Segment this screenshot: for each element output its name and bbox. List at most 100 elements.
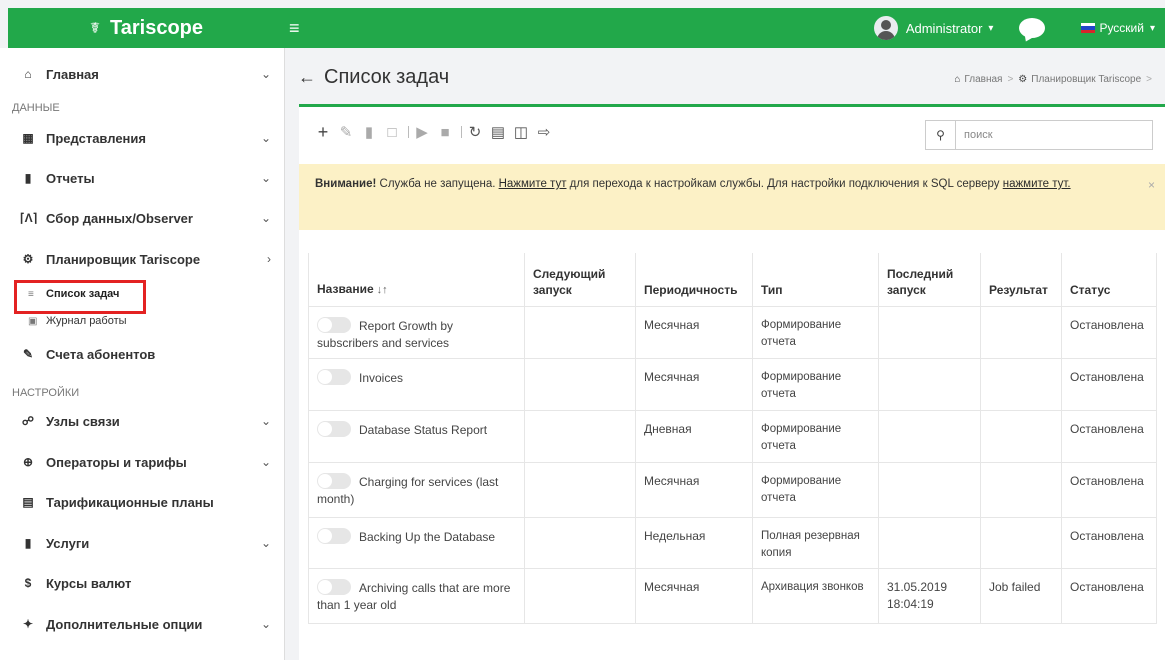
sql-settings-link[interactable]: нажмите тут.	[1003, 178, 1071, 190]
table-row[interactable]: Invoices Месячная Формирование отчета Остан…	[308, 357, 1157, 411]
sidebar-item-label: Представления	[46, 130, 146, 146]
book-icon: ▮	[24, 171, 32, 185]
cell-text: Формирование отчета	[761, 422, 842, 452]
cogs-icon: ⚙	[1018, 74, 1028, 85]
task-enable-toggle[interactable]	[317, 472, 351, 489]
sidebar-item-currency[interactable]: $ Курсы валют	[0, 563, 285, 603]
sidebar: ⌂ Главная ⌄ ДАННЫЕ ▦ Представления ⌄ ▮ О…	[0, 48, 285, 660]
sidebar-item-tariff-plans[interactable]: ▤ Тарификационные планы	[0, 482, 285, 522]
stop-icon[interactable]: ■	[435, 122, 455, 142]
column-header-type[interactable]: Тип	[752, 253, 879, 307]
sidebar-item-reports[interactable]: ▮ Отчеты ⌄	[0, 158, 285, 198]
cell-text: Месячная	[644, 473, 700, 488]
cell-status: Остановлена	[1061, 357, 1157, 411]
cell-period: Месячная	[635, 567, 753, 624]
edit-square-icon[interactable]: □	[382, 122, 402, 142]
cell-next-run	[524, 305, 636, 359]
sidebar-item-nodes[interactable]: ☍ Узлы связи ⌄	[0, 401, 285, 441]
cell-last-run	[878, 516, 981, 569]
cogs-icon: ⚙	[22, 252, 34, 266]
table-row[interactable]: Archiving calls that are more than 1 yea…	[308, 567, 1157, 624]
column-header-next-run[interactable]: Следующий запуск	[524, 253, 636, 307]
section-label-settings: НАСТРОЙКИ	[12, 387, 80, 399]
chat-icon[interactable]	[1019, 18, 1046, 38]
breadcrumb-home[interactable]: Главная	[964, 74, 1002, 85]
sidebar-item-views[interactable]: ▦ Представления ⌄	[0, 118, 285, 158]
edit-icon[interactable]: ✎	[336, 122, 356, 142]
nodes-icon: ☍	[21, 414, 35, 428]
column-header-period[interactable]: Периодичность	[635, 253, 753, 307]
cell-result	[980, 409, 1062, 463]
chevron-down-icon: ⌄	[260, 414, 271, 428]
sidebar-item-options[interactable]: ✦ Дополнительные опции ⌄	[0, 604, 285, 644]
sidebar-item-scheduler[interactable]: ⚙ Планировщик Tariscope ›	[0, 239, 285, 279]
column-header-result[interactable]: Результат	[980, 253, 1062, 307]
column-header-last-run[interactable]: Последний запуск	[878, 253, 981, 307]
cell-text: 31.05.2019 18:04:19	[887, 579, 948, 611]
search-icon[interactable]: ⚲	[926, 121, 956, 149]
sidebar-item-subscriber-accounts[interactable]: ✎ Счета абонентов	[0, 334, 285, 374]
cell-text: Формирование отчета	[761, 370, 842, 400]
task-enable-toggle[interactable]	[317, 578, 351, 595]
language-label: Русский	[1099, 21, 1144, 35]
cell-next-run	[524, 357, 636, 411]
cell-text: Остановлена	[1070, 473, 1144, 488]
task-enable-toggle[interactable]	[317, 527, 351, 544]
cell-text: Архивация звонков	[761, 580, 864, 593]
globe-icon: ⊕	[22, 455, 34, 469]
cell-next-run	[524, 409, 636, 463]
database-icon[interactable]: ▤	[488, 122, 508, 142]
caret-down-icon: ▾	[1149, 22, 1155, 34]
table-row[interactable]: Charging for services (last month) Месячн…	[308, 461, 1157, 518]
play-icon[interactable]: ▶	[412, 122, 432, 142]
table-row[interactable]: Report Growth by subscribers and service…	[308, 305, 1157, 359]
plans-icon: ▤	[22, 495, 34, 509]
cell-name: Database Status Report	[308, 409, 525, 463]
task-enable-toggle[interactable]	[317, 316, 351, 333]
refresh-icon[interactable]: ↻	[465, 122, 485, 142]
user-menu[interactable]: Administrator ▾	[873, 16, 993, 40]
cell-result	[980, 516, 1062, 569]
table-row[interactable]: Database Status Report Дневная Формировани…	[308, 409, 1157, 463]
dollar-icon: $	[24, 576, 32, 590]
breadcrumb-separator: >	[1146, 74, 1152, 85]
cell-result	[980, 305, 1062, 359]
search-box: ⚲	[925, 120, 1153, 150]
section-label-data: ДАННЫЕ	[12, 102, 60, 114]
export-icon[interactable]: ⇨	[534, 122, 554, 142]
table-row[interactable]: Backing Up the Database Недельная Полная р…	[308, 516, 1157, 569]
sidebar-item-operators[interactable]: ⊕ Операторы и тарифы ⌄	[0, 442, 285, 482]
brand-logo[interactable]: ☤ Tariscope	[8, 8, 285, 48]
back-arrow-icon[interactable]: ←	[298, 67, 316, 88]
cell-text: Месячная	[644, 579, 700, 594]
antenna-icon: ⌈Λ⌉	[20, 211, 38, 225]
cell-text: Дневная	[644, 421, 692, 436]
task-enable-toggle[interactable]	[317, 420, 351, 437]
sidebar-item-label: Счета абонентов	[46, 346, 156, 362]
trash-icon[interactable]: ▮	[359, 122, 379, 142]
column-header-name[interactable]: Название ↓↑	[308, 253, 525, 307]
close-icon[interactable]: ×	[1148, 177, 1155, 194]
columns-icon[interactable]: ◫	[511, 122, 531, 142]
language-selector[interactable]: Русский ▾	[1081, 21, 1155, 35]
sidebar-item-label: Узлы связи	[46, 413, 120, 429]
tasks-panel: + ✎ ▮ □ ▶ ■ ↻ ▤ ◫ ⇨ ⚲ Внимание! Служба н…	[299, 104, 1165, 660]
table-header-row: Название ↓↑ Следующий запуск Периодичност…	[308, 253, 1157, 307]
breadcrumb-scheduler[interactable]: Планировщик Tariscope	[1031, 74, 1141, 85]
add-icon[interactable]: +	[313, 122, 333, 142]
sidebar-item-home[interactable]: ⌂ Главная ⌄	[0, 54, 285, 94]
search-input[interactable]	[956, 121, 1152, 149]
service-settings-link[interactable]: Нажмите тут	[499, 178, 567, 190]
breadcrumb: ⌂ Главная > ⚙ Планировщик Tariscope >	[954, 74, 1157, 85]
sidebar-item-services[interactable]: ▮ Услуги ⌄	[0, 523, 285, 563]
cell-text: Полная резервная копия	[761, 529, 860, 559]
cell-type: Формирование отчета	[752, 357, 879, 411]
sort-icon[interactable]: ↓↑	[377, 284, 388, 296]
table-icon: ▦	[22, 131, 34, 145]
alert-text: для перехода к настройкам службы. Для на…	[566, 178, 1003, 190]
menu-toggle-icon[interactable]: ≡	[289, 18, 300, 39]
task-enable-toggle[interactable]	[317, 368, 351, 385]
cell-text: Job failed	[989, 579, 1041, 594]
column-header-status[interactable]: Статус	[1061, 253, 1157, 307]
sidebar-item-data-collection[interactable]: ⌈Λ⌉ Сбор данных/Observer ⌄	[0, 198, 285, 238]
